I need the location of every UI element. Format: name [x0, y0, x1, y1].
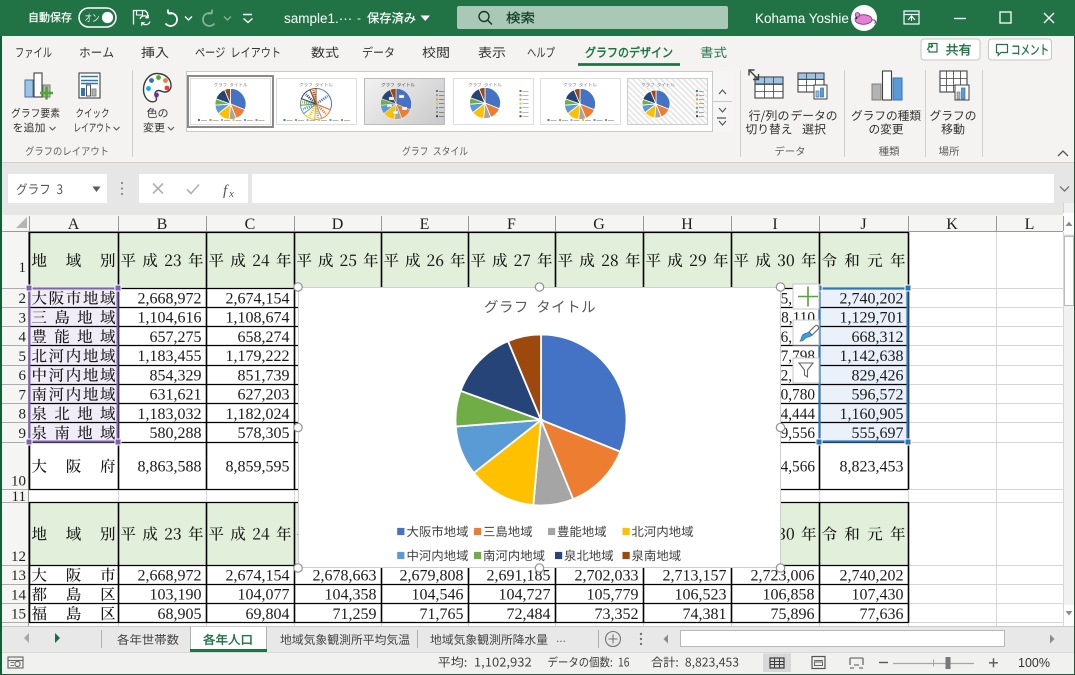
svg-text:-: - — [357, 11, 361, 25]
svg-text:x: x — [228, 188, 234, 200]
svg-text:sample1.···: sample1.··· — [284, 11, 352, 26]
svg-text:Kohama Yoshie: Kohama Yoshie — [755, 11, 849, 26]
svg-text:100%: 100% — [1018, 656, 1050, 670]
